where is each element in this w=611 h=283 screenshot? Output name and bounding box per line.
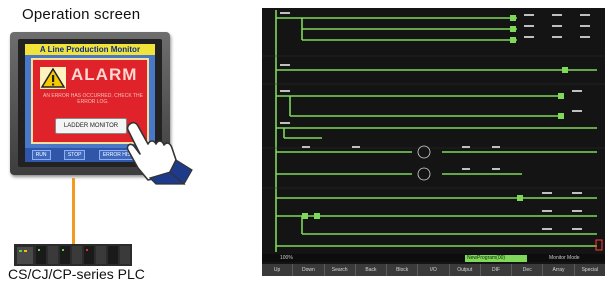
zoom-readout: 100%	[280, 255, 293, 261]
toolbar-button-down[interactable]: Down	[293, 264, 325, 276]
ladder-diagram	[262, 10, 605, 252]
operation-screen-caption: Operation screen	[22, 6, 141, 23]
hmi-title-bar: A Line Production Monitor	[25, 44, 155, 55]
plc-unit-image	[14, 244, 132, 266]
warning-icon	[40, 67, 66, 89]
monitor-state: Monitor Mode	[549, 255, 580, 261]
toolbar-button-back[interactable]: Back	[356, 264, 388, 276]
stop-key[interactable]: STOP	[63, 150, 86, 160]
toolbar-button-up[interactable]: Up	[262, 264, 294, 276]
alarm-message: AN ERROR HAS OCCURRED. CHECK THE ERROR L…	[43, 93, 143, 105]
toolbar-button-dec[interactable]: Dec	[512, 264, 544, 276]
toolbar-button-io[interactable]: I/O	[418, 264, 450, 276]
toolbar-button-output[interactable]: Output	[450, 264, 481, 276]
program-name: NewProgram(00)	[465, 255, 527, 262]
plc-label: CS/CJ/CP-series PLC	[8, 266, 145, 282]
pointing-hand-icon	[126, 121, 193, 185]
ladder-monitor-button[interactable]: LADDER MONITOR	[55, 118, 127, 134]
toolbar-button-block[interactable]: Block	[387, 264, 419, 276]
alarm-label: ALARM	[71, 65, 138, 84]
run-key[interactable]: RUN	[31, 150, 51, 160]
toolbar-button-array[interactable]: Array	[543, 264, 575, 276]
toolbar-button-dif[interactable]: DIF	[481, 264, 513, 276]
toolbar-button-search[interactable]: Search	[325, 264, 356, 276]
ladder-toolbar: Up Down Search Back Block I/O Output DIF…	[262, 264, 605, 276]
toolbar-button-special[interactable]: Special	[575, 264, 605, 276]
ladder-monitor-screen: 100% NewProgram(00) Monitor Mode Up Down…	[262, 8, 605, 276]
